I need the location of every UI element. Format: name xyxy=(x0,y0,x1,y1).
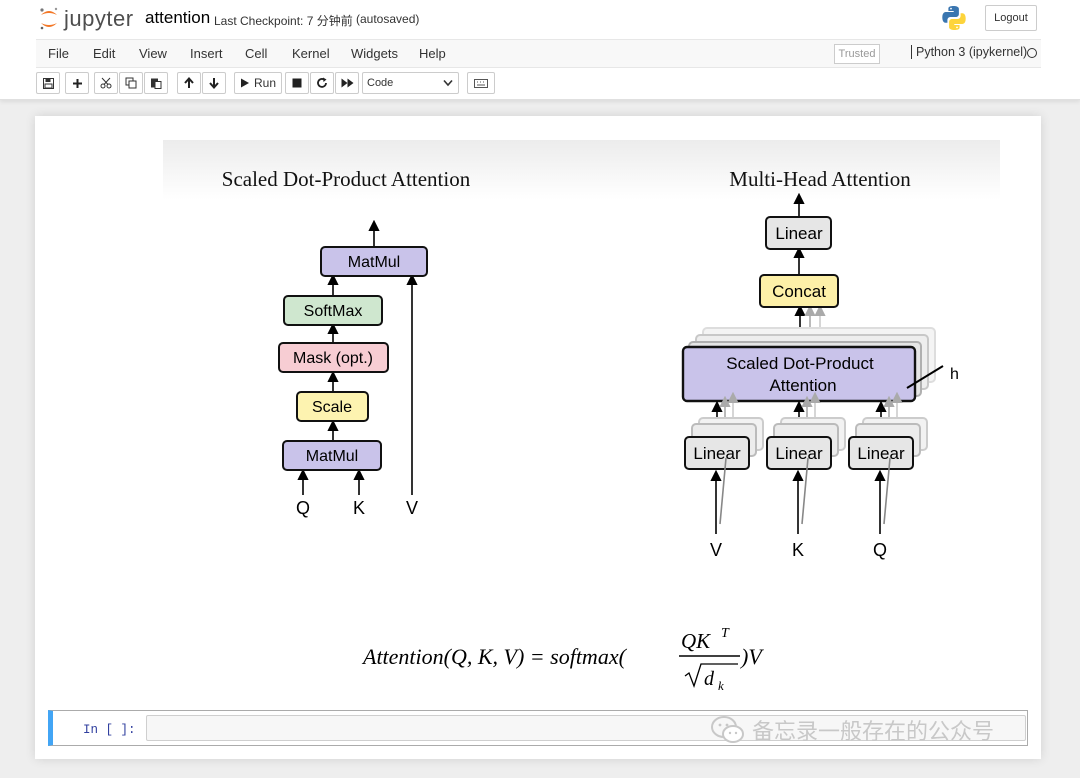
mha-sdpa-label-line2: Attention xyxy=(769,376,836,395)
menu-view[interactable]: View xyxy=(139,46,167,61)
jupyter-logo[interactable]: jupyter xyxy=(38,6,134,32)
sdpa-input-k: K xyxy=(353,498,365,518)
kernel-idle-icon xyxy=(1027,48,1037,58)
cell-type-select[interactable]: Code xyxy=(362,72,459,94)
restart-icon xyxy=(317,77,327,88)
mha-sdpa-label-line1: Scaled Dot-Product xyxy=(726,354,874,373)
cell-type-value: Code xyxy=(367,77,394,89)
mha-input-v: V xyxy=(710,540,722,560)
cut-button[interactable] xyxy=(94,72,118,94)
sdpa-input-q: Q xyxy=(296,498,310,518)
transformer-attention-figure: Scaled Dot-Product Attention MatMul Soft… xyxy=(163,140,1000,696)
jupyter-logo-icon xyxy=(40,7,58,30)
plus-icon xyxy=(72,78,82,88)
formula-denominator-sub: k xyxy=(718,678,724,693)
mha-linear-q-label: Linear xyxy=(857,444,905,463)
restart-run-all-button[interactable] xyxy=(335,72,359,94)
python-logo-icon xyxy=(941,5,967,36)
stop-icon xyxy=(292,78,302,88)
mha-concat-label: Concat xyxy=(772,282,826,301)
sdpa-title: Scaled Dot-Product Attention xyxy=(222,167,471,191)
save-icon xyxy=(42,77,54,89)
sdpa-matmul-bottom-label: MatMul xyxy=(306,448,358,465)
mha-linear-v-label: Linear xyxy=(693,444,741,463)
sdpa-mask-label: Mask (opt.) xyxy=(293,350,373,367)
notebook-header: jupyter attention Last Checkpoint: 7 分钟前… xyxy=(0,0,1080,100)
formula-numerator: QK xyxy=(681,629,711,653)
sdpa-softmax-label: SoftMax xyxy=(304,303,363,320)
move-up-button[interactable] xyxy=(177,72,201,94)
formula-numerator-sup: T xyxy=(721,626,730,641)
watermark: 备忘录一般存在的公众号 xyxy=(710,714,994,746)
arrow-up-icon xyxy=(184,77,194,88)
cut-icon xyxy=(100,77,112,89)
mha-input-k: K xyxy=(792,540,804,560)
wechat-icon xyxy=(711,716,744,743)
watermark-text: 备忘录一般存在的公众号 xyxy=(752,720,995,745)
insert-cell-button[interactable] xyxy=(65,72,89,94)
sdpa-scale-label: Scale xyxy=(312,399,352,416)
jupyter-logo-text: jupyter xyxy=(64,6,134,31)
menu-cell[interactable]: Cell xyxy=(245,46,267,61)
mha-title: Multi-Head Attention xyxy=(729,167,911,191)
kernel-name: Python 3 (ipykernel) xyxy=(911,45,1027,59)
autosave-status: (autosaved) xyxy=(356,12,420,26)
menu-insert[interactable]: Insert xyxy=(190,46,223,61)
sdpa-input-v: V xyxy=(406,498,418,518)
cell-prompt: In [ ]: xyxy=(83,723,136,737)
trusted-indicator[interactable]: Trusted xyxy=(834,44,880,64)
command-palette-button[interactable] xyxy=(467,72,495,94)
mha-linear-k-label: Linear xyxy=(775,444,823,463)
checkpoint-status: Last Checkpoint: 7 分钟前 xyxy=(214,14,353,28)
mha-input-q: Q xyxy=(873,540,887,560)
chevron-down-icon xyxy=(443,79,453,87)
arrow-down-icon xyxy=(209,78,219,89)
attention-formula: Attention(Q, K, V) = softmax( QK T d k )… xyxy=(361,626,764,693)
mha-linear-top-label: Linear xyxy=(775,224,823,243)
copy-button[interactable] xyxy=(119,72,143,94)
paste-icon xyxy=(151,78,162,89)
notebook-name[interactable]: attention xyxy=(145,8,210,28)
run-icon xyxy=(240,78,249,88)
menu-help[interactable]: Help xyxy=(419,46,446,61)
restart-button[interactable] xyxy=(310,72,334,94)
mha-h-label: h xyxy=(950,366,959,383)
copy-icon xyxy=(125,77,137,89)
save-button[interactable] xyxy=(36,72,60,94)
toolbar: Run Code xyxy=(36,72,1036,96)
menu-widgets[interactable]: Widgets xyxy=(351,46,398,61)
interrupt-button[interactable] xyxy=(285,72,309,94)
move-down-button[interactable] xyxy=(202,72,226,94)
formula-denominator: d xyxy=(704,668,715,690)
menu-kernel[interactable]: Kernel xyxy=(292,46,330,61)
formula-rhs: )V xyxy=(739,644,764,669)
formula-lhs: Attention(Q, K, V) = softmax( xyxy=(361,644,628,669)
menubar: File Edit View Insert Cell Kernel Widget… xyxy=(36,39,1041,68)
sdpa-matmul-top-label: MatMul xyxy=(348,254,400,271)
run-label: Run xyxy=(253,76,276,90)
menu-file[interactable]: File xyxy=(48,46,69,61)
notebook-container: Scaled Dot-Product Attention MatMul Soft… xyxy=(35,116,1041,759)
menu-edit[interactable]: Edit xyxy=(93,46,115,61)
fast-forward-icon xyxy=(341,78,353,88)
keyboard-icon xyxy=(474,78,488,88)
paste-button[interactable] xyxy=(144,72,168,94)
run-button[interactable]: Run xyxy=(234,72,282,94)
logout-button[interactable]: Logout xyxy=(985,5,1037,31)
